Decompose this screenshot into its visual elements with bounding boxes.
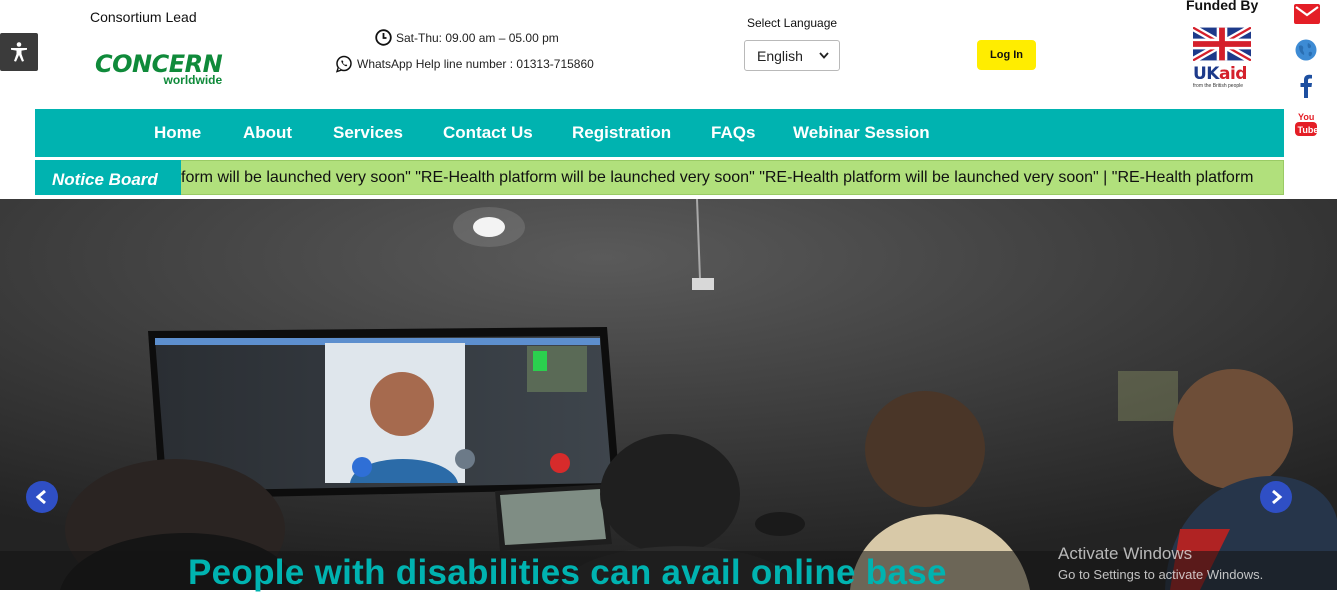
ukaid-tagline: from the British people bbox=[1193, 83, 1244, 89]
language-select[interactable]: English bbox=[744, 40, 840, 71]
notice-ticker[interactable]: form will be launched very soon" "RE-Hea… bbox=[181, 160, 1279, 195]
website-link[interactable] bbox=[1295, 39, 1317, 66]
funded-by-label: Funded By bbox=[1186, 0, 1259, 13]
main-navigation: Home About Services Contact Us Registrat… bbox=[35, 109, 1284, 157]
facebook-link[interactable] bbox=[1299, 74, 1313, 103]
select-language-label: Select Language bbox=[747, 16, 838, 30]
mail-icon bbox=[1294, 4, 1320, 24]
nav-faqs[interactable]: FAQs bbox=[711, 109, 755, 157]
svg-text:You: You bbox=[1298, 112, 1314, 122]
nav-registration[interactable]: Registration bbox=[572, 109, 671, 157]
office-hours: Sat-Thu: 09.00 am – 05.00 pm bbox=[375, 29, 559, 46]
svg-text:Tube: Tube bbox=[1298, 125, 1318, 135]
notice-board-label: Notice Board bbox=[35, 160, 181, 195]
accessibility-icon bbox=[11, 42, 27, 62]
chevron-down-icon bbox=[819, 52, 829, 59]
carousel-next-button[interactable] bbox=[1260, 481, 1292, 513]
nav-services[interactable]: Services bbox=[333, 109, 403, 157]
email-link[interactable] bbox=[1294, 4, 1320, 29]
hero-photo bbox=[0, 199, 1337, 590]
nav-home[interactable]: Home bbox=[154, 109, 201, 157]
carousel-prev-button[interactable] bbox=[26, 481, 58, 513]
whatsapp-helpline: WhatsApp Help line number : 01313-715860 bbox=[335, 55, 594, 73]
globe-icon bbox=[1295, 39, 1317, 61]
ukaid-uk-text: UK bbox=[1193, 64, 1219, 84]
whatsapp-helpline-text: WhatsApp Help line number : 01313-715860 bbox=[357, 57, 594, 71]
chevron-right-icon bbox=[1272, 489, 1283, 505]
whatsapp-icon bbox=[335, 55, 352, 73]
consortium-lead-label: Consortium Lead bbox=[90, 9, 197, 25]
nav-webinar-session[interactable]: Webinar Session bbox=[793, 109, 930, 157]
ukaid-logo[interactable]: UKaid from the British people bbox=[1191, 24, 1253, 89]
office-hours-text: Sat-Thu: 09.00 am – 05.00 pm bbox=[396, 30, 559, 45]
concern-worldwide-logo[interactable]: CONCERN worldwide bbox=[95, 52, 223, 86]
youtube-link[interactable]: You Tube bbox=[1295, 111, 1318, 142]
youtube-icon: You Tube bbox=[1295, 112, 1318, 136]
activate-windows-title: Activate Windows bbox=[1058, 544, 1193, 563]
language-select-value: English bbox=[757, 47, 803, 64]
clock-icon bbox=[375, 29, 392, 46]
accessibility-button[interactable] bbox=[0, 33, 38, 71]
nav-about[interactable]: About bbox=[243, 109, 292, 157]
login-button[interactable]: Log In bbox=[977, 40, 1036, 70]
facebook-icon bbox=[1300, 74, 1312, 98]
chevron-left-icon bbox=[35, 489, 46, 505]
hero-caption: People with disabilities can avail onlin… bbox=[188, 553, 947, 592]
ukaid-aid-text: aid bbox=[1218, 64, 1247, 84]
nav-contact-us[interactable]: Contact Us bbox=[443, 109, 533, 157]
hero-slide-image bbox=[0, 199, 1337, 590]
activate-windows-subtitle: Go to Settings to activate Windows. bbox=[1058, 567, 1264, 582]
union-jack-flag-icon bbox=[1191, 24, 1253, 64]
